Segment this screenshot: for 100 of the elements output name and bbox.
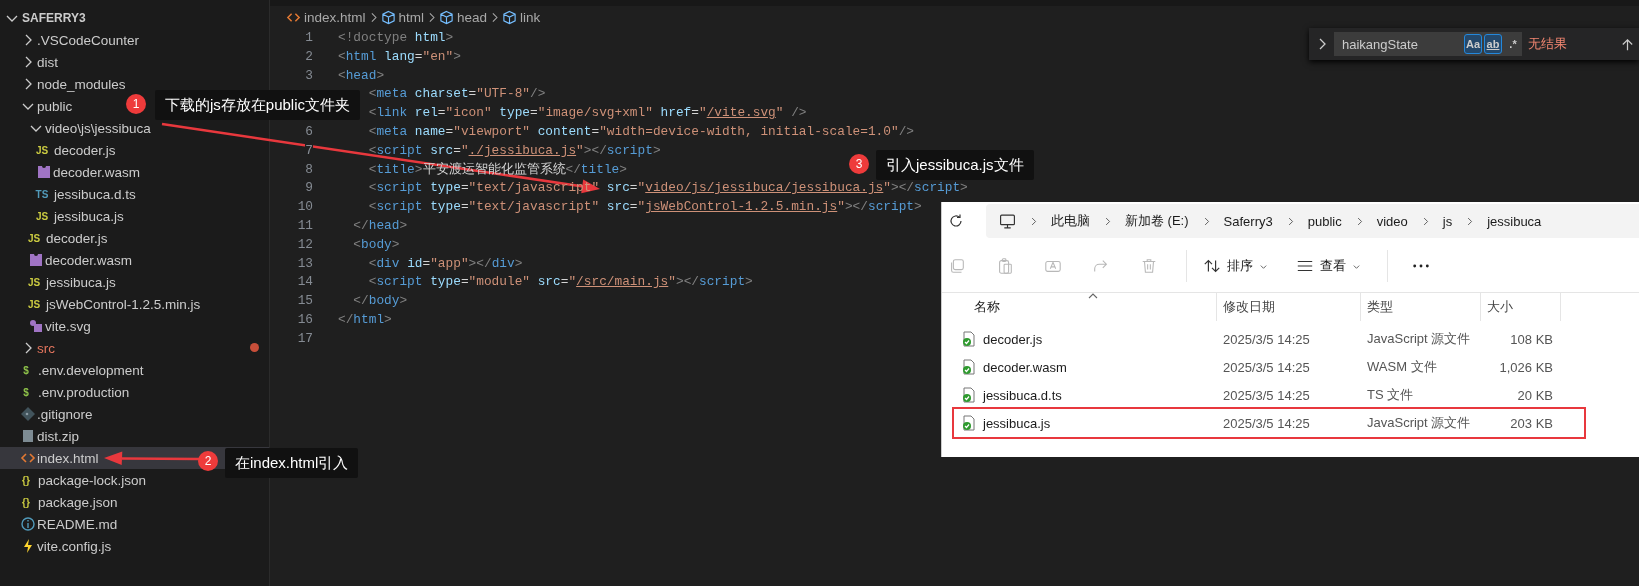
find-input[interactable]: haikangState Aa ab .*	[1334, 32, 1522, 56]
tree-item[interactable]: vite.config.js	[0, 535, 269, 557]
archive-icon	[20, 428, 36, 444]
path-segment[interactable]: Saferry3	[1223, 213, 1273, 229]
sort-caret-icon	[1088, 293, 1098, 299]
synced-file-icon	[962, 415, 976, 431]
code-line: </html>	[338, 310, 392, 329]
path-segment[interactable]: 新加卷 (E:)	[1125, 212, 1189, 230]
synced-file-icon	[962, 359, 976, 375]
file-type-icon	[28, 252, 44, 268]
column-header[interactable]: 类型	[1361, 293, 1481, 321]
code-line: <link rel="icon" type="image/svg+xml" href="/vite.svg" />	[367, 104, 807, 123]
file-row[interactable]: decoder.js 2025/3/5 14:25 JavaScript 源文件 108 KB	[942, 325, 1639, 353]
address-bar[interactable]: 此电脑 新加卷 (E:) Saferry3 public video js jessibuca	[986, 204, 1639, 238]
column-header[interactable]: 大小	[1481, 293, 1561, 321]
tree-item[interactable]: vite.svg	[0, 315, 269, 337]
callout-tooltip: 下载的js存放在public文件夹	[155, 90, 361, 120]
tree-item[interactable]: $ .env.development	[0, 359, 269, 381]
path-segment[interactable]: jessibuca	[1487, 213, 1542, 229]
tree-item[interactable]: TS jessibuca.d.ts	[0, 183, 269, 205]
date-cell-text: 2025/3/5 14:25	[1222, 331, 1311, 347]
column-header[interactable]: 修改日期	[1217, 293, 1361, 321]
file-name: decoder.wasm	[983, 359, 1067, 375]
cube-icon	[502, 10, 518, 25]
match-case-toggle[interactable]: Aa	[1463, 34, 1482, 54]
breadcrumb-item[interactable]: head	[439, 10, 488, 25]
more-icon[interactable]	[1412, 263, 1430, 269]
type-cell-text: WASM 文件	[1366, 358, 1438, 376]
breadcrumb-item[interactable]: link	[502, 10, 541, 25]
info-icon	[20, 516, 36, 532]
type-cell-text: JavaScript 源文件	[1366, 330, 1472, 348]
tree-item[interactable]: video\js\jessibuca	[0, 117, 269, 139]
tree-item[interactable]: {} package.json	[0, 491, 269, 513]
file-row[interactable]: jessibuca.js 2025/3/5 14:25 JavaScript 源文件 203 KB	[942, 409, 1639, 437]
regex-toggle[interactable]: .*	[1504, 34, 1522, 54]
tree-item[interactable]: .VSCodeCounter	[0, 29, 269, 51]
modified-dot	[250, 343, 259, 352]
code-line: <html lang="en">	[338, 47, 461, 66]
tree-item[interactable]: decoder.wasm	[0, 161, 269, 183]
tree-item[interactable]: decoder.wasm	[0, 249, 269, 271]
code-line: <body>	[352, 235, 400, 254]
file-row[interactable]: jessibuca.d.ts 2025/3/5 14:25 TS 文件 20 KB	[942, 381, 1639, 409]
code-line: <div id="app"></div>	[367, 254, 523, 273]
cube-icon	[439, 10, 455, 25]
refresh-icon[interactable]	[948, 213, 964, 229]
code-line: <script type="module" src="/src/main.js"></script>	[367, 273, 753, 292]
code-line: <meta name="viewport" content="width=device-width, initial-scale=1.0"/>	[367, 123, 914, 141]
column-header[interactable]: 名称	[942, 293, 1217, 321]
tree-item[interactable]: src	[0, 337, 269, 359]
tree-item[interactable]: JS decoder.js	[0, 139, 269, 161]
breadcrumb-item[interactable]: html	[380, 10, 425, 25]
callout-tooltip: 在index.html引入	[225, 448, 359, 478]
callout-tooltip: 引入jessibuca.js文件	[876, 150, 1034, 180]
code-line: <script src="./jessibuca.js"></script>	[367, 141, 661, 160]
path-segment[interactable]: video	[1376, 213, 1408, 229]
path-segment[interactable]: public	[1307, 213, 1342, 229]
tree-item[interactable]: JS jsWebControl-1.2.5.min.js	[0, 293, 269, 315]
breadcrumb-item[interactable]: index.html	[286, 10, 366, 25]
date-cell-text: 2025/3/5 14:25	[1222, 359, 1311, 375]
tree-item[interactable]: JS decoder.js	[0, 227, 269, 249]
tree-item[interactable]: dist	[0, 51, 269, 73]
synced-file-icon	[962, 331, 976, 347]
arrow-up-icon[interactable]	[1620, 36, 1635, 52]
size-cell-text: 203 KB	[1509, 415, 1554, 431]
size-cell-text: 20 KB	[1516, 387, 1554, 403]
code-line: </head>	[352, 216, 408, 235]
monitor-icon	[999, 212, 1016, 230]
whole-word-toggle[interactable]: ab	[1484, 34, 1502, 54]
shapes-icon	[28, 318, 44, 334]
date-cell-text: 2025/3/5 14:25	[1222, 415, 1311, 431]
code-line: <head>	[338, 66, 385, 85]
file-name: jessibuca.js	[983, 415, 1051, 431]
size-cell-text: 1,026 KB	[1498, 359, 1554, 375]
code-line: </body>	[352, 292, 408, 311]
path-segment[interactable]: js	[1442, 213, 1453, 229]
tree-item[interactable]: JS jessibuca.js	[0, 271, 269, 293]
type-cell-text: TS 文件	[1366, 386, 1415, 404]
path-segment[interactable]: 此电脑	[1051, 212, 1090, 230]
date-cell-text: 2025/3/5 14:25	[1222, 387, 1311, 403]
view-button[interactable]: 查看	[1296, 257, 1361, 275]
project-header[interactable]: SAFERRY3	[0, 7, 269, 29]
diamond-icon	[20, 406, 36, 422]
code-line: <script type="text/javascript" src="jsWebControl-1.2.5.min.js"></script>	[367, 198, 922, 217]
tree-item[interactable]: .gitignore	[0, 403, 269, 425]
file-type-icon	[36, 164, 52, 180]
cube-icon	[380, 10, 396, 25]
file-name: jessibuca.d.ts	[983, 387, 1062, 403]
type-cell-text: JavaScript 源文件	[1366, 414, 1472, 432]
code-line: <meta charset="UTF-8"/>	[367, 85, 546, 104]
file-name: decoder.js	[983, 331, 1043, 347]
sort-button[interactable]: 排序	[1203, 257, 1268, 275]
tree-item[interactable]: $ .env.production	[0, 381, 269, 403]
no-results-text: 无结果	[1528, 35, 1567, 53]
tree-item[interactable]: JS jessibuca.js	[0, 205, 269, 227]
code-line: <!doctype html>	[338, 29, 454, 47]
tree-item[interactable]: dist.zip	[0, 425, 269, 447]
sort-arrows-icon	[1203, 257, 1221, 275]
size-cell-text: 108 KB	[1509, 331, 1554, 347]
tree-item[interactable]: README.md	[0, 513, 269, 535]
file-row[interactable]: decoder.wasm 2025/3/5 14:25 WASM 文件 1,026 KB	[942, 353, 1639, 381]
